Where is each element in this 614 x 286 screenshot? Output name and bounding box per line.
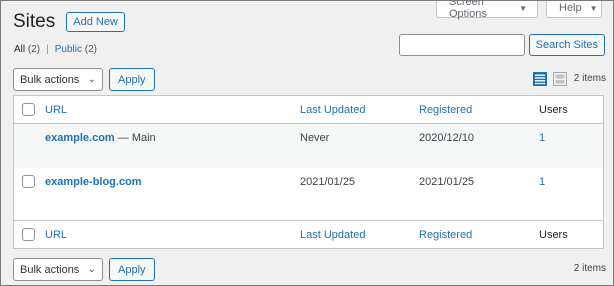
view-all-label: All	[14, 44, 26, 55]
table-row: example.com — Main Never 2020/12/10 1	[14, 124, 603, 168]
apply-button[interactable]: Apply	[109, 68, 155, 91]
site-url-cell: example-blog.com	[45, 176, 142, 188]
add-new-button[interactable]: Add New	[66, 12, 125, 32]
items-count: 2 items	[573, 263, 606, 274]
bulk-actions-select[interactable]: Bulk actions ⌄	[13, 68, 103, 91]
list-view-icon[interactable]	[533, 72, 547, 86]
column-last-updated[interactable]: Last Updated	[300, 104, 365, 116]
select-all-checkbox[interactable]	[22, 228, 35, 241]
select-all-checkbox[interactable]	[22, 103, 35, 116]
help-label: Help	[559, 2, 582, 14]
view-public-count: (2)	[84, 44, 98, 55]
table-row: example-blog.com 2021/01/25 2021/01/25 1	[14, 168, 603, 221]
column-last-updated[interactable]: Last Updated	[300, 229, 365, 241]
view-all-count: (2)	[27, 44, 41, 55]
bulk-actions-value: Bulk actions	[20, 263, 80, 276]
view-public-label: Public	[54, 44, 82, 55]
screen-options-button[interactable]: Screen Options ▼	[436, 0, 538, 20]
view-public[interactable]: Public (2)	[55, 44, 97, 55]
view-filters: All (2) | Public (2)	[14, 44, 97, 55]
table-footer-row: URL Last Updated Registered Users	[14, 220, 603, 248]
users-count-link[interactable]: 1	[539, 176, 545, 188]
bulk-actions-select[interactable]: Bulk actions ⌄	[13, 258, 103, 281]
tablenav-top: Bulk actions ⌄ Apply	[13, 68, 155, 91]
caret-down-icon: ▼	[519, 3, 527, 13]
site-url-link[interactable]: example-blog.com	[45, 176, 142, 188]
view-switch	[533, 72, 567, 86]
registered-cell: 2020/12/10	[419, 132, 475, 144]
row-checkbox[interactable]	[22, 175, 35, 188]
last-updated-cell: Never	[300, 132, 330, 144]
tablenav-bottom: Bulk actions ⌄ Apply	[13, 258, 155, 281]
apply-button[interactable]: Apply	[109, 258, 155, 281]
search-sites-button[interactable]: Search Sites	[528, 34, 605, 56]
page-title: Sites	[13, 11, 56, 32]
column-users: Users	[539, 104, 568, 116]
column-url[interactable]: URL	[45, 229, 67, 241]
site-url-cell: example.com — Main	[45, 132, 156, 144]
view-separator: |	[46, 44, 49, 55]
view-all[interactable]: All (2)	[14, 44, 40, 55]
site-main-suffix: — Main	[114, 132, 156, 144]
caret-down-icon: ▼	[589, 3, 598, 13]
bulk-actions-value: Bulk actions	[20, 73, 80, 86]
search-box: Search Sites	[398, 34, 605, 56]
page-heading: Sites Add New	[13, 11, 125, 33]
column-url[interactable]: URL	[45, 104, 67, 116]
chevron-down-icon: ⌄	[87, 74, 96, 85]
help-button[interactable]: Help ▼	[546, 0, 602, 18]
items-count: 2 items	[573, 73, 606, 84]
screen-meta-tabs: Screen Options ▼ Help ▼	[436, 0, 602, 20]
sites-table: URL Last Updated Registered Users exampl…	[13, 95, 604, 249]
table-header-row: URL Last Updated Registered Users	[14, 96, 603, 124]
excerpt-view-icon[interactable]	[553, 72, 567, 86]
registered-cell: 2021/01/25	[419, 176, 475, 188]
site-url-link[interactable]: example.com	[45, 132, 115, 144]
chevron-down-icon: ⌄	[87, 264, 96, 275]
screen-options-label: Screen Options	[449, 0, 487, 20]
users-count-link[interactable]: 1	[539, 132, 545, 144]
last-updated-cell: 2021/01/25	[300, 176, 356, 188]
column-users: Users	[539, 229, 568, 241]
search-input[interactable]	[398, 34, 525, 56]
column-registered[interactable]: Registered	[419, 104, 472, 116]
column-registered[interactable]: Registered	[419, 229, 472, 241]
